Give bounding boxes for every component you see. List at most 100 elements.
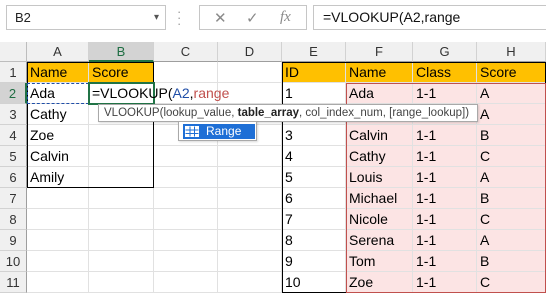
row-header-5[interactable]: 5: [0, 146, 27, 167]
cell-f4[interactable]: Calvin: [346, 125, 413, 146]
cell-b6[interactable]: [89, 167, 154, 188]
cell-d6[interactable]: [218, 167, 282, 188]
column-header-h[interactable]: H: [477, 42, 546, 62]
cell-c5[interactable]: [154, 146, 218, 167]
enter-icon[interactable]: ✓: [246, 9, 259, 27]
cell-g10[interactable]: 1-1: [413, 251, 477, 272]
cell-d5[interactable]: [218, 146, 282, 167]
cell-g9[interactable]: 1-1: [413, 230, 477, 251]
cell-d7[interactable]: [218, 188, 282, 209]
cell-c9[interactable]: [154, 230, 218, 251]
row-header-8[interactable]: 8: [0, 209, 27, 230]
cell-d10[interactable]: [218, 251, 282, 272]
cell-a6[interactable]: Amily: [27, 167, 89, 188]
column-header-a[interactable]: A: [27, 42, 89, 62]
chevron-down-icon[interactable]: ▾: [154, 6, 159, 29]
row-header-4[interactable]: 4: [0, 125, 27, 146]
select-all-corner[interactable]: [0, 42, 27, 62]
cell-f6[interactable]: Louis: [346, 167, 413, 188]
cell-g7[interactable]: 1-1: [413, 188, 477, 209]
row-header-1[interactable]: 1: [0, 62, 27, 83]
cell-a7[interactable]: [27, 188, 89, 209]
cell-e8[interactable]: 7: [282, 209, 346, 230]
cell-d11[interactable]: [218, 272, 282, 293]
cancel-icon[interactable]: ✕: [214, 9, 227, 27]
cell-a3[interactable]: Cathy: [27, 104, 89, 125]
cell-e1[interactable]: ID: [282, 62, 346, 83]
cell-f7[interactable]: Michael: [346, 188, 413, 209]
cell-e11[interactable]: 10: [282, 272, 346, 293]
cell-h7[interactable]: B: [477, 188, 546, 209]
cell-e6[interactable]: 5: [282, 167, 346, 188]
cell-b10[interactable]: [89, 251, 154, 272]
row-header-11[interactable]: 11: [0, 272, 27, 293]
cell-b4[interactable]: [89, 125, 154, 146]
cell-b8[interactable]: [89, 209, 154, 230]
cell-f10[interactable]: Tom: [346, 251, 413, 272]
cell-f9[interactable]: Serena: [346, 230, 413, 251]
cell-h11[interactable]: C: [477, 272, 546, 293]
cell-g5[interactable]: 1-1: [413, 146, 477, 167]
cell-b2-editor[interactable]: =VLOOKUP(A2,range: [89, 83, 229, 104]
cell-h4[interactable]: B: [477, 125, 546, 146]
cell-d9[interactable]: [218, 230, 282, 251]
row-header-6[interactable]: 6: [0, 167, 27, 188]
row-header-3[interactable]: 3: [0, 104, 27, 125]
column-header-e[interactable]: E: [282, 42, 346, 62]
cell-b11[interactable]: [89, 272, 154, 293]
cell-f8[interactable]: Nicole: [346, 209, 413, 230]
cell-e9[interactable]: 8: [282, 230, 346, 251]
cell-e10[interactable]: 9: [282, 251, 346, 272]
cell-a9[interactable]: [27, 230, 89, 251]
cell-f2[interactable]: Ada: [346, 83, 413, 104]
cell-g4[interactable]: 1-1: [413, 125, 477, 146]
cell-g1[interactable]: Class: [413, 62, 477, 83]
column-header-f[interactable]: F: [346, 42, 413, 62]
cell-a1[interactable]: Name: [27, 62, 89, 83]
row-header-7[interactable]: 7: [0, 188, 27, 209]
cell-e5[interactable]: 4: [282, 146, 346, 167]
column-header-b[interactable]: B: [89, 42, 154, 62]
cell-a10[interactable]: [27, 251, 89, 272]
cell-a8[interactable]: [27, 209, 89, 230]
cell-h10[interactable]: B: [477, 251, 546, 272]
cell-f5[interactable]: Cathy: [346, 146, 413, 167]
cell-g6[interactable]: 1-1: [413, 167, 477, 188]
autocomplete-item-range[interactable]: Range: [183, 124, 255, 139]
row-header-9[interactable]: 9: [0, 230, 27, 251]
cell-e2[interactable]: 1: [282, 83, 346, 104]
cell-c1[interactable]: [154, 62, 218, 83]
cell-h5[interactable]: C: [477, 146, 546, 167]
cell-c6[interactable]: [154, 167, 218, 188]
cell-d8[interactable]: [218, 209, 282, 230]
cell-c7[interactable]: [154, 188, 218, 209]
resize-handle-icon[interactable]: · · ·: [177, 5, 185, 30]
row-header-2[interactable]: 2: [0, 83, 27, 104]
cell-e4[interactable]: 3: [282, 125, 346, 146]
insert-function-icon[interactable]: fx: [280, 9, 291, 26]
formula-input[interactable]: =VLOOKUP(A2,range: [313, 5, 546, 30]
cell-b5[interactable]: [89, 146, 154, 167]
cell-d1[interactable]: [218, 62, 282, 83]
cell-a4[interactable]: Zoe: [27, 125, 89, 146]
cell-h6[interactable]: A: [477, 167, 546, 188]
tooltip-rest-args[interactable]: , col_index_num, [range_lookup]): [299, 107, 469, 119]
row-header-10[interactable]: 10: [0, 251, 27, 272]
cell-a5[interactable]: Calvin: [27, 146, 89, 167]
cell-a2[interactable]: Ada: [27, 83, 89, 104]
column-header-d[interactable]: D: [218, 42, 282, 62]
cell-g8[interactable]: 1-1: [413, 209, 477, 230]
cell-c8[interactable]: [154, 209, 218, 230]
cell-b9[interactable]: [89, 230, 154, 251]
tooltip-function-name[interactable]: VLOOKUP(: [104, 107, 163, 119]
tooltip-arg-table-array[interactable]: table_array: [238, 107, 299, 119]
tooltip-arg-lookup-value[interactable]: lookup_value,: [163, 107, 237, 119]
cell-h9[interactable]: A: [477, 230, 546, 251]
name-box[interactable]: B2 ▾: [6, 5, 166, 30]
cell-h1[interactable]: Score: [477, 62, 546, 83]
cell-g11[interactable]: 1-1: [413, 272, 477, 293]
cell-h8[interactable]: C: [477, 209, 546, 230]
cell-c10[interactable]: [154, 251, 218, 272]
cell-g2[interactable]: 1-1: [413, 83, 477, 104]
cell-f1[interactable]: Name: [346, 62, 413, 83]
